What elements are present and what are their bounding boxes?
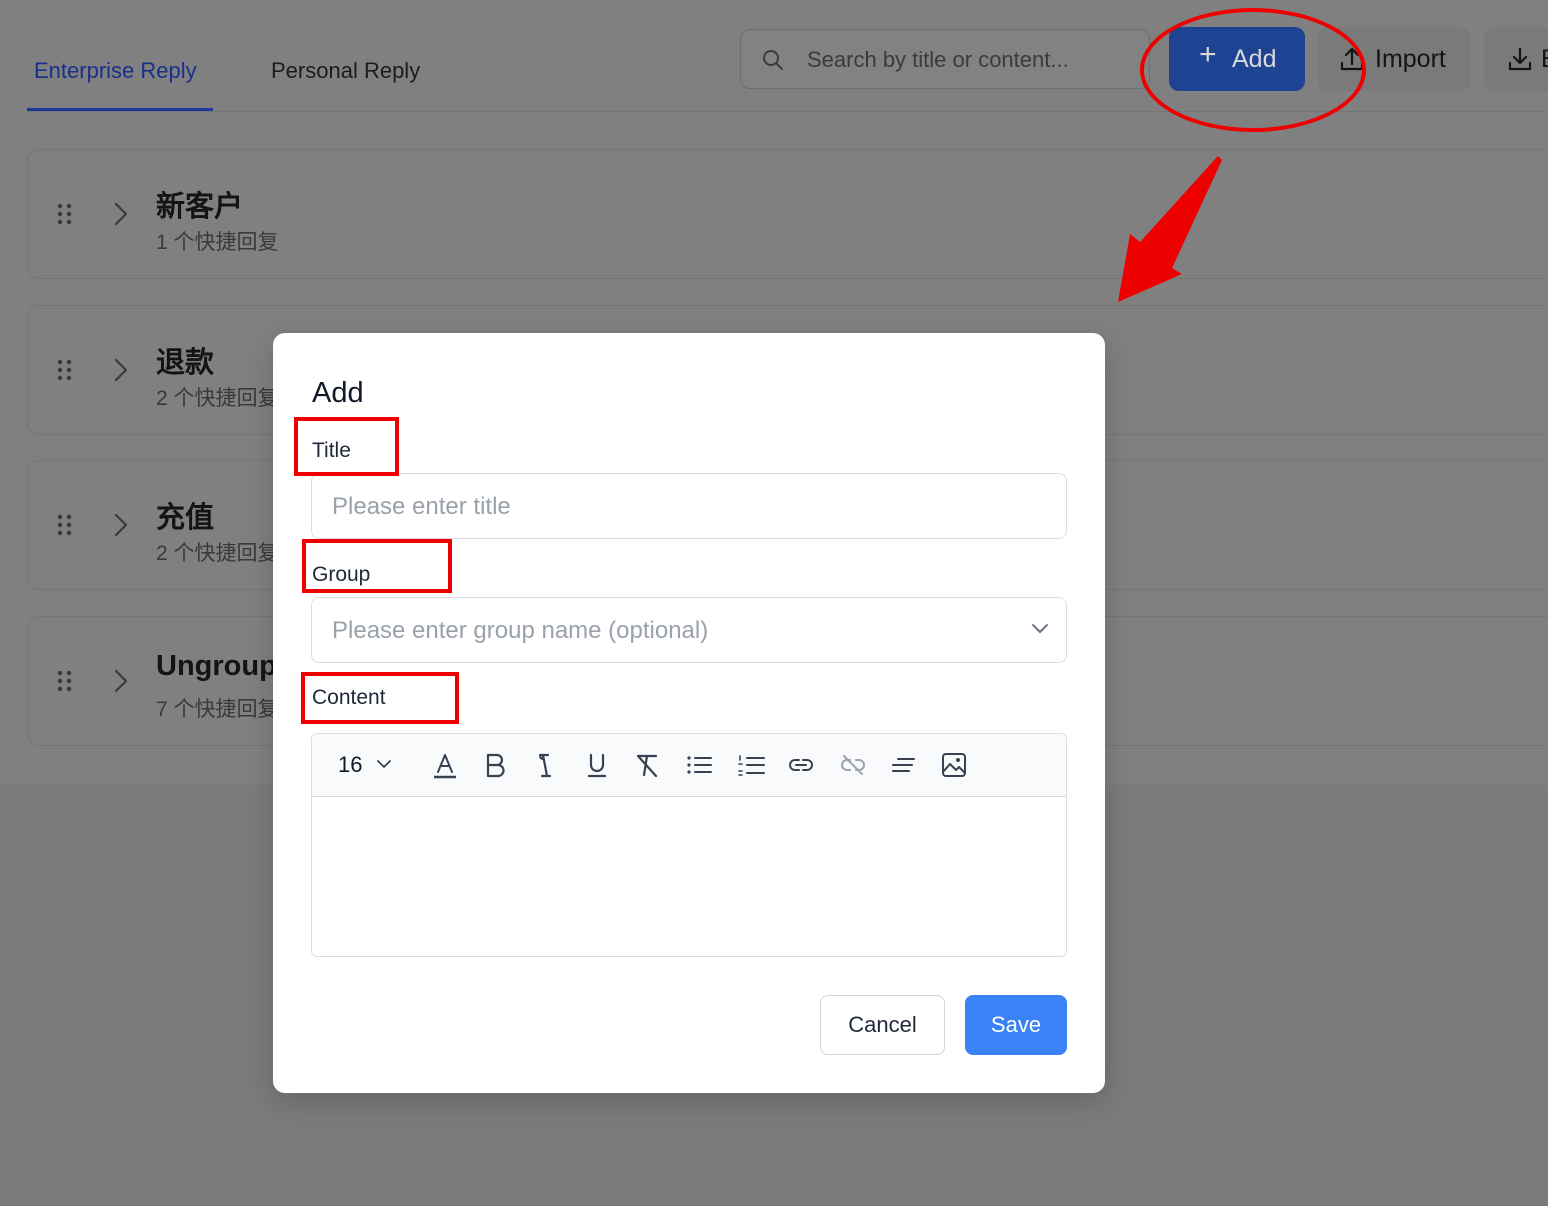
drag-handle-icon[interactable] xyxy=(56,513,74,537)
font-size-select[interactable]: 16 xyxy=(338,752,362,778)
search-icon xyxy=(763,50,783,70)
align-icon[interactable] xyxy=(888,750,918,780)
drag-handle-icon[interactable] xyxy=(56,358,74,382)
chevron-right-icon[interactable] xyxy=(112,512,130,538)
chevron-down-icon xyxy=(1032,624,1048,633)
export-button[interactable]: E xyxy=(1484,27,1548,91)
image-icon[interactable] xyxy=(939,750,969,780)
numbered-list-icon[interactable] xyxy=(736,750,766,780)
search-input[interactable]: Search by title or content... xyxy=(740,29,1150,89)
active-tab-indicator xyxy=(27,108,213,111)
save-button[interactable]: Save xyxy=(965,995,1067,1055)
dialog-title: Add xyxy=(312,377,364,409)
chevron-right-icon[interactable] xyxy=(112,357,130,383)
group-name: 退款 xyxy=(156,347,215,379)
chevron-right-icon[interactable] xyxy=(112,201,130,227)
font-color-icon[interactable] xyxy=(430,750,460,780)
annotation-box-content xyxy=(301,672,459,724)
chevron-right-icon[interactable] xyxy=(112,668,130,694)
group-reply-count: 7 个快捷回复 xyxy=(156,698,279,721)
link-icon[interactable] xyxy=(786,750,816,780)
italic-icon[interactable] xyxy=(530,750,560,780)
download-icon xyxy=(1508,47,1532,71)
chevron-down-icon[interactable] xyxy=(376,758,392,770)
tab-personal-reply[interactable]: Personal Reply xyxy=(271,58,420,84)
group-name: 充值 xyxy=(156,502,215,534)
title-input[interactable]: Please enter title xyxy=(311,473,1067,539)
unlink-icon[interactable] xyxy=(838,750,868,780)
tab-enterprise-reply[interactable]: Enterprise Reply xyxy=(34,58,197,84)
group-reply-count: 2 个快捷回复 xyxy=(156,542,279,565)
editor-content-area[interactable] xyxy=(312,797,1066,956)
group-card[interactable]: 新客户 1 个快捷回复 xyxy=(27,149,1548,279)
group-placeholder: Please enter group name (optional) xyxy=(332,617,709,644)
rich-text-editor: 16 xyxy=(311,733,1067,957)
editor-toolbar: 16 xyxy=(312,734,1066,797)
bold-icon[interactable] xyxy=(480,750,510,780)
annotation-box-group xyxy=(302,539,452,593)
export-button-label: E xyxy=(1541,45,1548,74)
underline-icon[interactable] xyxy=(582,750,612,780)
group-name: 新客户 xyxy=(156,191,244,223)
drag-handle-icon[interactable] xyxy=(56,669,74,693)
annotation-ellipse xyxy=(1140,8,1366,132)
import-button-label: Import xyxy=(1375,45,1446,73)
cancel-button[interactable]: Cancel xyxy=(820,995,945,1055)
clear-format-icon[interactable] xyxy=(632,750,662,780)
annotation-box-title xyxy=(294,417,399,476)
annotation-arrow-icon xyxy=(1118,156,1222,302)
group-select[interactable]: Please enter group name (optional) xyxy=(311,597,1067,663)
group-reply-count: 2 个快捷回复 xyxy=(156,387,279,410)
title-placeholder: Please enter title xyxy=(332,493,511,520)
bullet-list-icon[interactable] xyxy=(684,750,714,780)
drag-handle-icon[interactable] xyxy=(56,202,74,226)
group-reply-count: 1 个快捷回复 xyxy=(156,231,279,254)
search-placeholder: Search by title or content... xyxy=(807,47,1069,72)
